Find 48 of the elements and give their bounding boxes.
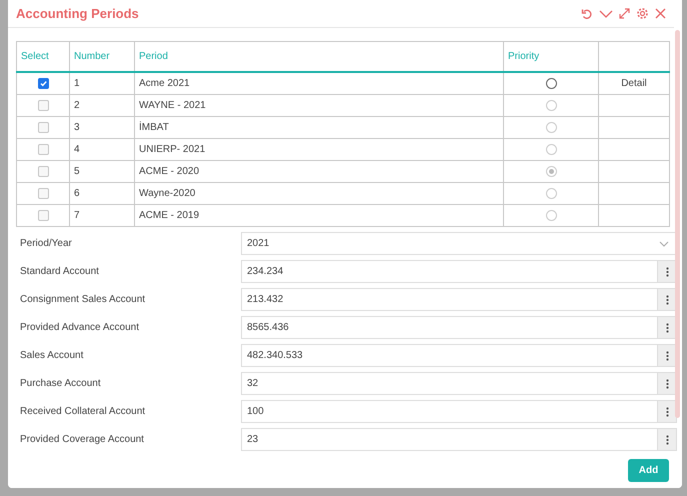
- field-label: Period/Year: [19, 238, 73, 249]
- scrollbar[interactable]: [675, 30, 680, 418]
- table-cell: 3: [74, 122, 80, 133]
- more-icon[interactable]: [657, 261, 676, 282]
- detail-link[interactable]: Detail: [621, 78, 647, 89]
- checkbox[interactable]: [38, 78, 48, 89]
- input-field[interactable]: 482.340.533: [241, 344, 677, 367]
- field-label: Sales Account: [19, 350, 84, 361]
- input-field[interactable]: 213.432: [241, 288, 677, 311]
- more-icon[interactable]: [657, 429, 676, 450]
- field-label: Consignment Sales Account: [19, 294, 146, 305]
- table-cell: 6: [74, 188, 80, 199]
- field-label: Provided Coverage Account: [19, 434, 145, 445]
- more-icon[interactable]: [657, 289, 676, 310]
- radio-button[interactable]: [546, 78, 556, 89]
- more-icon[interactable]: [657, 317, 676, 338]
- input-field[interactable]: 100: [241, 400, 677, 423]
- table-cell: ACME - 2020: [139, 166, 200, 177]
- table-cell: Wayne-2020: [139, 188, 196, 199]
- window-title: Accounting Periods: [16, 6, 140, 21]
- table-cell: Acme 2021: [139, 78, 190, 89]
- table-cell: ACME - 2019: [139, 210, 200, 221]
- table-cell: 5: [74, 166, 80, 177]
- input-field[interactable]: 234.234: [241, 260, 677, 283]
- table-cell: 7: [74, 210, 80, 221]
- field-label: Provided Advance Account: [19, 322, 140, 333]
- field-label: Standard Account: [19, 266, 100, 277]
- close-icon[interactable]: [655, 8, 666, 19]
- more-icon[interactable]: [657, 345, 676, 366]
- table-cell: İMBAT: [139, 122, 169, 133]
- input-field[interactable]: 23: [241, 428, 677, 451]
- table-cell: WAYNE - 2021: [139, 100, 206, 111]
- input-field[interactable]: 32: [241, 372, 677, 395]
- table-cell: UNIERP- 2021: [139, 144, 206, 155]
- chevron-down-icon: [659, 240, 669, 246]
- more-icon[interactable]: [657, 401, 676, 422]
- dropdown[interactable]: 2021: [241, 232, 677, 255]
- expand-icon[interactable]: [619, 8, 630, 19]
- table-cell: 2: [74, 100, 80, 111]
- input-field[interactable]: 8565.436: [241, 316, 677, 339]
- field-label: Received Collateral Account: [19, 406, 146, 417]
- chevron-down-icon[interactable]: [599, 8, 613, 18]
- undo-icon[interactable]: [581, 8, 593, 20]
- more-icon[interactable]: [657, 373, 676, 394]
- table-cell: 1: [74, 78, 80, 89]
- table-cell: 4: [74, 144, 80, 155]
- field-label: Purchase Account: [19, 378, 102, 389]
- settings-icon[interactable]: [636, 7, 649, 20]
